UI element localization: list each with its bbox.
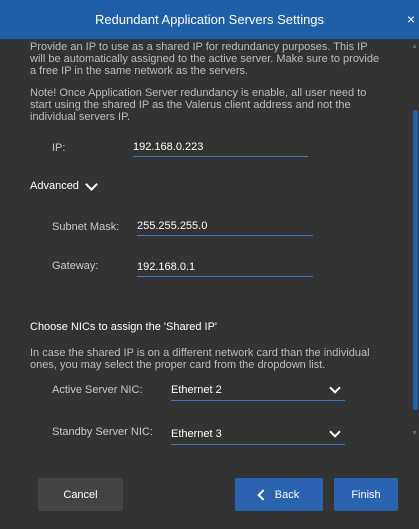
back-label: Back	[274, 488, 300, 501]
subnet-mask-label: Subnet Mask:	[52, 221, 120, 233]
advanced-toggle[interactable]: Advanced	[30, 177, 98, 192]
finish-button[interactable]: Finish	[334, 478, 398, 511]
ip-label: IP:	[52, 142, 66, 154]
cancel-button[interactable]: Cancel	[38, 478, 123, 511]
nics-description: In case the shared IP is on a different …	[30, 347, 370, 371]
back-button[interactable]: Back	[235, 478, 323, 511]
gateway-input[interactable]: 192.168.0.1	[137, 261, 313, 277]
dialog-titlebar: Redundant Application Servers Settings ×	[0, 0, 419, 39]
standby-nic-label: Standby Server NIC:	[52, 426, 153, 438]
ip-input[interactable]: 192.168.0.223	[133, 141, 308, 157]
scroll-up-icon[interactable]: ▲	[411, 43, 418, 50]
scrollbar-thumb[interactable]	[413, 110, 418, 410]
chevron-left-icon	[257, 488, 269, 501]
note-text: Note! Once Application Server redundancy…	[30, 87, 367, 123]
finish-label: Finish	[351, 488, 381, 501]
advanced-label: Advanced	[30, 180, 79, 192]
intro-text: Provide an IP to use as a shared IP for …	[30, 41, 380, 77]
scroll-down-icon[interactable]: ▼	[411, 430, 418, 437]
active-nic-label: Active Server NIC:	[52, 384, 143, 396]
chevron-down-icon	[85, 177, 98, 191]
active-nic-value: Ethernet 2	[171, 384, 222, 396]
standby-nic-select[interactable]: Ethernet 3	[171, 426, 345, 445]
chevron-down-icon	[329, 426, 341, 438]
chevron-down-icon	[329, 382, 341, 394]
gateway-label: Gateway:	[52, 260, 99, 272]
dialog-title: Redundant Application Servers Settings	[94, 12, 325, 27]
cancel-label: Cancel	[63, 488, 98, 501]
subnet-mask-input[interactable]: 255.255.255.0	[137, 220, 313, 236]
standby-nic-value: Ethernet 3	[171, 428, 222, 440]
close-icon[interactable]: ×	[407, 12, 415, 26]
active-nic-select[interactable]: Ethernet 2	[171, 382, 345, 401]
nics-section-title: Choose NICs to assign the 'Shared IP'	[30, 321, 218, 333]
